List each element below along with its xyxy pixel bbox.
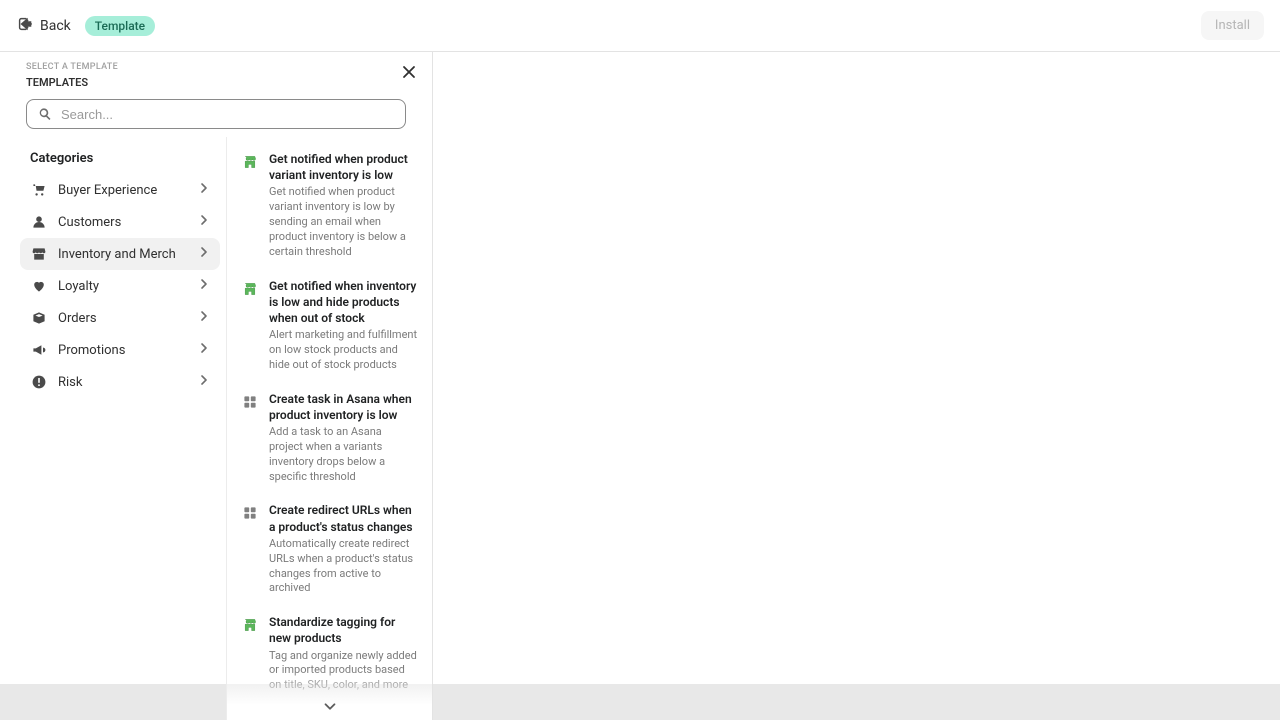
chevron-right-icon [198, 278, 210, 294]
template-item[interactable]: Get notified when inventory is low and h… [237, 270, 422, 383]
categories-list: Categories Buyer Experience Customers Inve… [0, 137, 227, 720]
template-title: Initiate reorder with vendor when invent… [269, 711, 418, 720]
close-button[interactable] [398, 60, 420, 87]
category-item[interactable]: Loyalty [20, 270, 220, 302]
heart-icon [30, 278, 48, 294]
chevron-right-icon [198, 310, 210, 326]
chevron-right-icon [198, 246, 210, 262]
template-description: Get notified when product variant invent… [269, 185, 418, 259]
category-label: Orders [58, 311, 97, 326]
template-picker-panel: SELECT A TEMPLATE TEMPLATES Categories B… [0, 52, 433, 720]
grid-icon [241, 504, 259, 522]
category-label: Buyer Experience [58, 183, 157, 198]
category-label: Promotions [58, 343, 125, 358]
categories-heading: Categories [20, 143, 220, 174]
panel-title: TEMPLATES [26, 76, 416, 89]
category-item[interactable]: Inventory and Merch [20, 238, 220, 270]
category-item[interactable]: Risk [20, 366, 220, 398]
template-item[interactable]: Standardize tagging for new productsTag … [237, 606, 422, 703]
category-label: Risk [58, 375, 82, 390]
category-label: Inventory and Merch [58, 247, 176, 262]
box-icon [30, 310, 48, 326]
user-icon [30, 214, 48, 230]
template-title: Standardize tagging for new products [269, 614, 418, 646]
shop-icon [241, 153, 259, 171]
search-input-wrap[interactable] [26, 99, 406, 129]
chevron-right-icon [198, 374, 210, 390]
template-item[interactable]: Initiate reorder with vendor when invent… [237, 703, 422, 720]
cart-icon [30, 182, 48, 198]
template-description: Alert marketing and fulfillment on low s… [269, 328, 418, 373]
chevron-right-icon [198, 342, 210, 358]
template-description: Add a task to an Asana project when a va… [269, 425, 418, 484]
category-item[interactable]: Buyer Experience [20, 174, 220, 206]
template-title: Get notified when product variant invent… [269, 151, 418, 183]
canvas-area [433, 52, 1280, 720]
search-input[interactable] [61, 107, 395, 122]
megaphone-icon [30, 342, 48, 358]
template-description: Tag and organize newly added or imported… [269, 649, 418, 694]
template-title: Create task in Asana when product invent… [269, 391, 418, 423]
grid-icon [241, 393, 259, 411]
template-item[interactable]: Get notified when product variant invent… [237, 143, 422, 270]
chevron-right-icon [198, 214, 210, 230]
category-item[interactable]: Orders [20, 302, 220, 334]
alert-icon [30, 374, 48, 390]
close-icon [402, 65, 416, 79]
chevron-right-icon [198, 182, 210, 198]
template-pill: Template [85, 16, 155, 36]
plane-icon [241, 713, 259, 720]
template-item[interactable]: Create redirect URLs when a product's st… [237, 494, 422, 606]
back-arrow-icon [16, 15, 34, 37]
back-label: Back [40, 18, 71, 34]
category-label: Customers [58, 215, 121, 230]
top-bar: Back Template Install [0, 0, 1280, 52]
category-label: Loyalty [58, 279, 99, 294]
install-button[interactable]: Install [1201, 11, 1264, 40]
store-icon [30, 246, 48, 262]
template-item[interactable]: Create task in Asana when product invent… [237, 383, 422, 495]
templates-list: Get notified when product variant invent… [227, 137, 432, 720]
template-description: Automatically create redirect URLs when … [269, 537, 418, 596]
shop-icon [241, 616, 259, 634]
search-icon [37, 106, 53, 122]
back-button[interactable]: Back [16, 15, 71, 37]
shop-icon [241, 280, 259, 298]
panel-eyebrow: SELECT A TEMPLATE [26, 62, 416, 72]
category-item[interactable]: Promotions [20, 334, 220, 366]
template-title: Get notified when inventory is low and h… [269, 278, 418, 327]
category-item[interactable]: Customers [20, 206, 220, 238]
template-title: Create redirect URLs when a product's st… [269, 502, 418, 534]
